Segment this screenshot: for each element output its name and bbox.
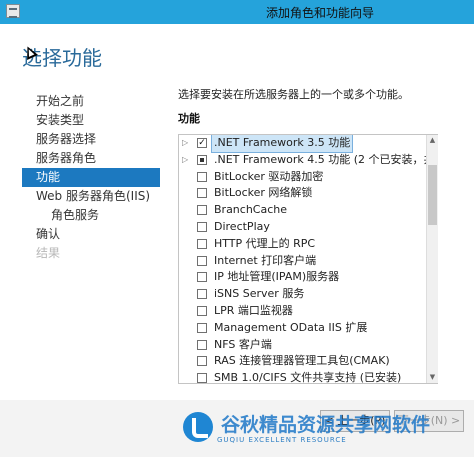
feature-row[interactable]: BitLocker 网络解锁 — [179, 185, 437, 202]
watermark-text: 谷秋精品资源共享网软件 — [221, 414, 431, 436]
feature-label: RAS 连接管理器管理工具包(CMAK) — [214, 354, 390, 368]
feature-row[interactable]: DirectPlay — [179, 219, 437, 236]
wizard-navigation: 开始之前 安装类型 服务器选择 服务器角色 功能 Web 服务器角色(IIS) 角色服务 确认… — [22, 92, 160, 263]
features-label: 功能 — [178, 112, 200, 125]
feature-label: .NET Framework 4.5 功能 (2 个已安装，共 7 个) — [214, 152, 437, 166]
expand-arrow-icon[interactable]: ▷ — [182, 135, 192, 152]
feature-label: .NET Framework 3.5 功能 — [210, 135, 354, 153]
feature-checkbox[interactable] — [197, 289, 207, 300]
feature-checkbox[interactable] — [197, 154, 207, 165]
feature-label: BranchCache — [214, 203, 288, 217]
feature-row[interactable]: ▷ ✓ .NET Framework 3.5 功能 — [179, 135, 437, 153]
feature-row[interactable]: NFS 客户端 — [179, 337, 437, 354]
title-bar: 添加角色和功能向导 — [0, 0, 474, 24]
window-title: 添加角色和功能向导 — [266, 6, 375, 20]
expand-arrow-icon[interactable]: ▷ — [182, 152, 192, 169]
feature-label: iSNS Server 服务 — [214, 287, 305, 301]
nav-item-3[interactable]: 服务器角色 — [22, 149, 160, 168]
feature-checkbox[interactable] — [197, 188, 207, 199]
feature-checkbox[interactable] — [197, 255, 207, 266]
feature-label: BitLocker 网络解锁 — [214, 186, 313, 200]
feature-checkbox[interactable] — [197, 356, 207, 367]
features-list[interactable]: ▷ ✓ .NET Framework 3.5 功能 ▷ .NET Framework 4… — [178, 134, 438, 384]
nav-item-2[interactable]: 服务器选择 — [22, 130, 160, 149]
feature-row[interactable]: LPR 端口监视器 — [179, 303, 437, 320]
nav-item-1[interactable]: 安装类型 — [22, 111, 160, 130]
nav-item-0[interactable]: 开始之前 — [22, 92, 160, 111]
feature-checkbox[interactable] — [197, 205, 207, 216]
feature-row[interactable]: BranchCache — [179, 202, 437, 219]
nav-item-8: 结果 — [36, 246, 61, 260]
nav-item-7[interactable]: 确认 — [22, 225, 160, 244]
feature-label: Internet 打印客户端 — [214, 253, 317, 267]
feature-label: IP 地址管理(IPAM)服务器 — [214, 270, 340, 284]
feature-checkbox[interactable] — [197, 272, 207, 283]
feature-row[interactable]: ▷ .NET Framework 4.5 功能 (2 个已安装，共 7 个) — [179, 152, 437, 169]
feature-label: BitLocker 驱动器加密 — [214, 169, 324, 183]
feature-row[interactable]: HTTP 代理上的 RPC — [179, 236, 437, 253]
feature-checkbox[interactable] — [197, 373, 207, 383]
feature-row[interactable]: iSNS Server 服务 — [179, 286, 437, 303]
nav-item-6[interactable]: 角色服务 — [22, 206, 160, 225]
feature-row[interactable]: IP 地址管理(IPAM)服务器 — [179, 269, 437, 286]
feature-checkbox[interactable] — [197, 339, 207, 350]
scroll-thumb[interactable] — [428, 165, 437, 225]
feature-row[interactable]: Management OData IIS 扩展 — [179, 320, 437, 337]
feature-checkbox[interactable] — [197, 171, 207, 182]
site-watermark: 谷秋精品资源共享网软件 GUQIU EXCELLENT RESOURCE — [183, 410, 474, 454]
feature-checkbox[interactable] — [197, 305, 207, 316]
watermark-subtext: GUQIU EXCELLENT RESOURCE — [217, 436, 347, 444]
feature-checkbox[interactable] — [197, 238, 207, 249]
feature-row[interactable]: SMB 1.0/CIFS 文件共享支持 (已安装) — [179, 370, 437, 384]
feature-row[interactable]: BitLocker 驱动器加密 — [179, 169, 437, 186]
feature-row[interactable]: RAS 连接管理器管理工具包(CMAK) — [179, 353, 437, 370]
feature-row[interactable]: Internet 打印客户端 — [179, 253, 437, 270]
feature-label: LPR 端口监视器 — [214, 303, 293, 317]
feature-checkbox[interactable] — [197, 221, 207, 232]
scroll-up-icon[interactable]: ▲ — [427, 135, 438, 146]
nav-item-5[interactable]: Web 服务器角色(IIS) — [22, 187, 160, 206]
scroll-down-icon[interactable]: ▼ — [427, 372, 438, 383]
feature-label: Management OData IIS 扩展 — [214, 320, 368, 334]
nav-item-4[interactable]: 功能 — [22, 168, 160, 187]
features-scrollbar[interactable]: ▲ ▼ — [426, 135, 438, 383]
wizard-header: 选择功能 — [0, 24, 474, 82]
watermark-logo-icon — [183, 412, 213, 442]
feature-checkbox[interactable]: ✓ — [197, 138, 207, 148]
feature-label: HTTP 代理上的 RPC — [214, 236, 316, 250]
description-text: 选择要安装在所选服务器上的一个或多个功能。 — [178, 88, 409, 101]
feature-label: DirectPlay — [214, 219, 270, 233]
feature-label: NFS 客户端 — [214, 337, 272, 351]
feature-label: SMB 1.0/CIFS 文件共享支持 (已安装) — [214, 371, 402, 384]
content-area: 选择要安装在所选服务器上的一个或多个功能。 功能 — [178, 86, 474, 126]
server-manager-icon — [6, 4, 20, 18]
feature-checkbox[interactable] — [197, 322, 207, 333]
